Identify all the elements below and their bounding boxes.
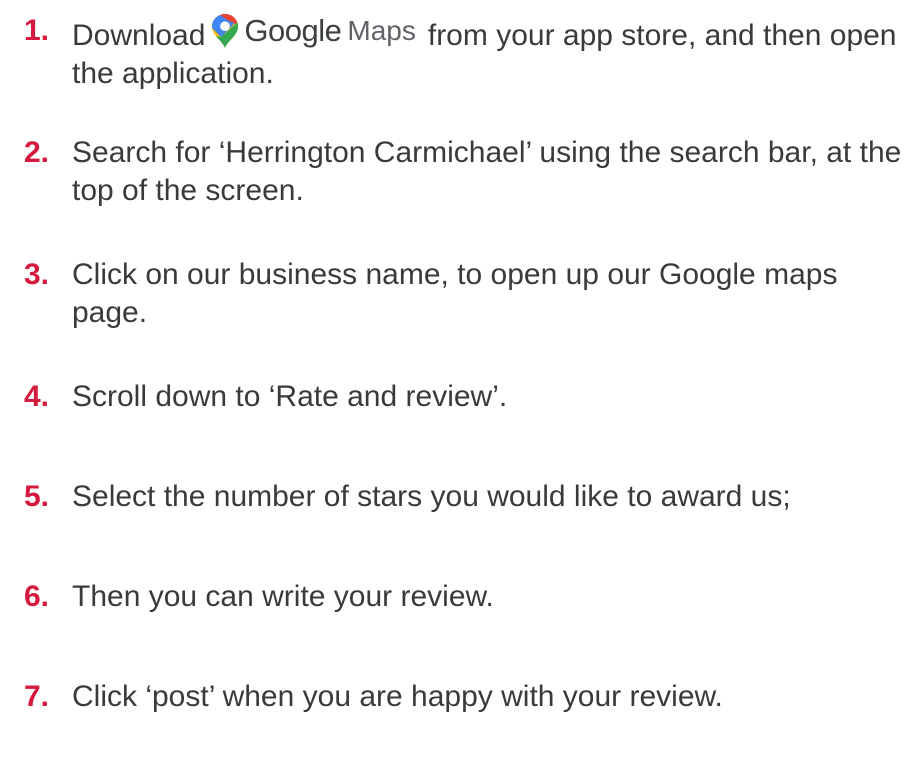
step-text: Click ‘post’ when you are happy with you… [72, 680, 723, 713]
step-text: Scroll down to ‘Rate and review’. [72, 380, 508, 413]
step-number: 7. [24, 680, 50, 713]
step-text-before: Download [72, 19, 206, 52]
step-text: Download Google Maps from your app store, … [72, 12, 904, 93]
step-3: 3. Click on our business name, to open u… [24, 256, 904, 332]
step-text: Click on our business name, to open up o… [72, 258, 838, 329]
brand-word-maps: Maps [347, 15, 416, 46]
step-text: Then you can write your review. [72, 580, 494, 613]
step-7: 7. Click ‘post’ when you are happy with … [24, 678, 904, 716]
step-number: 1. [24, 14, 50, 47]
step-2: 2. Search for ‘Herrington Carmichael’ us… [24, 134, 904, 210]
step-number: 6. [24, 580, 50, 613]
step-number: 3. [24, 258, 50, 291]
step-number: 4. [24, 380, 50, 413]
step-text: Search for ‘Herrington Carmichael’ using… [72, 136, 902, 207]
step-1: 1. Download Google Maps from your app stor… [24, 12, 904, 93]
google-maps-logo: Google Maps [211, 12, 416, 50]
step-number: 5. [24, 480, 50, 513]
step-text: Select the number of stars you would lik… [72, 480, 791, 513]
step-4: 4. Scroll down to ‘Rate and review’. [24, 378, 904, 416]
brand-word-google: Google [244, 13, 342, 48]
step-number: 2. [24, 136, 50, 169]
step-6: 6. Then you can write your review. [24, 578, 904, 616]
step-5: 5. Select the number of stars you would … [24, 478, 904, 516]
google-maps-pin-icon [212, 14, 239, 48]
